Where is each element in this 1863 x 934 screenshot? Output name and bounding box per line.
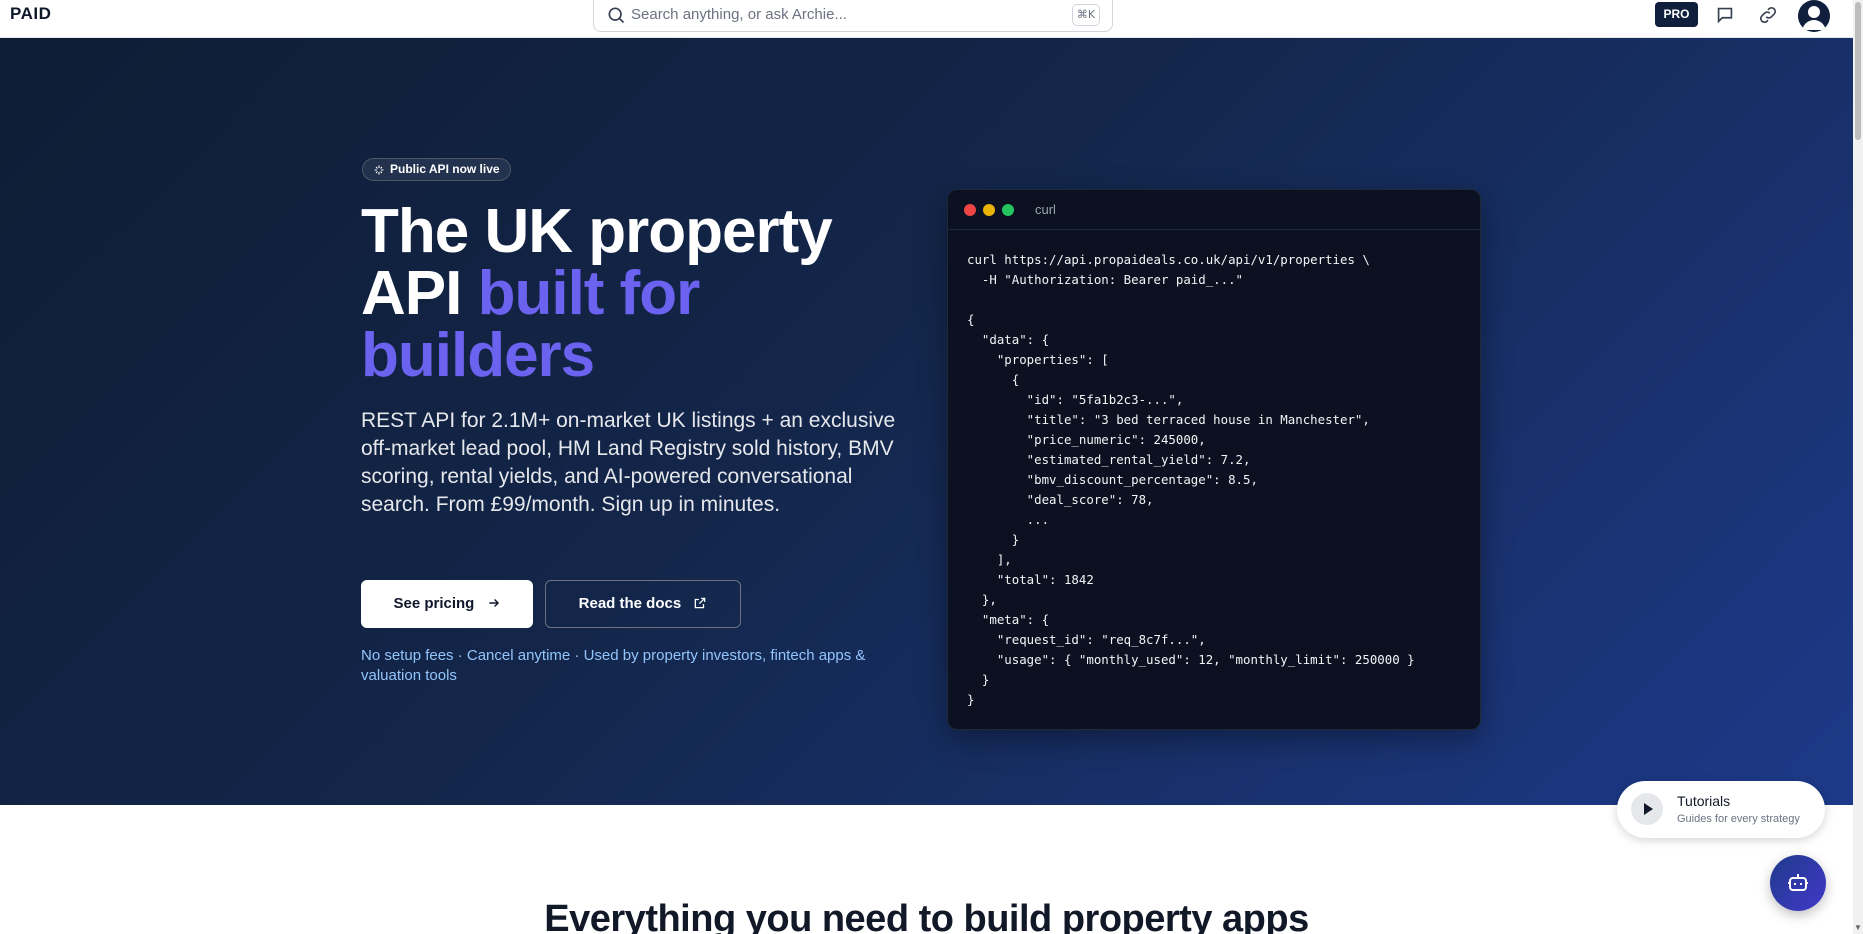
link-icon[interactable] xyxy=(1757,4,1779,26)
scroll-down-icon[interactable]: ▼ xyxy=(1854,923,1862,932)
hero-title-line-2-prefix: API xyxy=(361,259,478,328)
sparkle-icon xyxy=(374,165,384,175)
minimize-dot-icon xyxy=(983,204,995,216)
avatar[interactable] xyxy=(1798,0,1830,32)
external-link-icon xyxy=(695,597,706,609)
close-dot-icon xyxy=(964,204,976,216)
search-placeholder: Search anything, or ask Archie... xyxy=(631,6,847,23)
tutorials-widget[interactable]: Tutorials Guides for every strategy xyxy=(1617,781,1825,838)
code-window-titlebar: curl xyxy=(948,190,1480,230)
arrow-right-icon xyxy=(488,599,499,607)
hero-title: The UK property API built for builders xyxy=(361,201,921,387)
see-pricing-button[interactable]: See pricing xyxy=(361,580,533,628)
hero-section: Public API now live The UK property API … xyxy=(0,38,1853,805)
tutorials-subtitle: Guides for every strategy xyxy=(1677,813,1800,825)
chat-icon[interactable] xyxy=(1714,4,1736,26)
tutorials-title: Tutorials xyxy=(1677,793,1731,809)
scrollbar-thumb[interactable] xyxy=(1855,2,1861,140)
maximize-dot-icon xyxy=(1002,204,1014,216)
code-window: curl curl https://api.propaideals.co.uk/… xyxy=(947,189,1481,730)
hero-title-accent: built for xyxy=(477,259,701,328)
hero-title-line-2: API built for xyxy=(361,263,921,325)
hero-description: REST API for 2.1M+ on-market UK listings… xyxy=(361,409,896,516)
top-bar: PAID Search anything, or ask Archie... ⌘… xyxy=(0,0,1853,38)
pro-badge[interactable]: PRO xyxy=(1655,2,1698,27)
code-sample: curl https://api.propaideals.co.uk/api/v… xyxy=(967,252,1415,707)
read-docs-label: Read the docs xyxy=(578,595,682,612)
api-live-badge: Public API now live xyxy=(362,158,511,181)
see-pricing-label: See pricing xyxy=(393,595,475,612)
code-window-title: curl xyxy=(1035,202,1056,217)
logo[interactable]: PAID xyxy=(10,4,51,24)
search-shortcut: ⌘K xyxy=(1072,4,1100,26)
robot-icon xyxy=(1788,874,1808,891)
read-docs-button[interactable]: Read the docs xyxy=(545,580,741,628)
play-button[interactable] xyxy=(1631,793,1663,825)
page-scrollbar[interactable]: ▼ xyxy=(1853,0,1863,934)
user-icon xyxy=(1802,6,1826,30)
play-icon xyxy=(1644,803,1653,815)
section-heading: Everything you need to build property ap… xyxy=(544,898,1309,934)
search-icon xyxy=(608,7,625,24)
search-bar[interactable]: Search anything, or ask Archie... ⌘K xyxy=(593,0,1113,32)
fine-print: No setup fees · Cancel anytime · Used by… xyxy=(361,647,866,684)
badge-label: Public API now live xyxy=(390,162,500,176)
hero-title-line-1: The UK property xyxy=(361,197,833,266)
hero-title-line-3: builders xyxy=(361,321,595,390)
